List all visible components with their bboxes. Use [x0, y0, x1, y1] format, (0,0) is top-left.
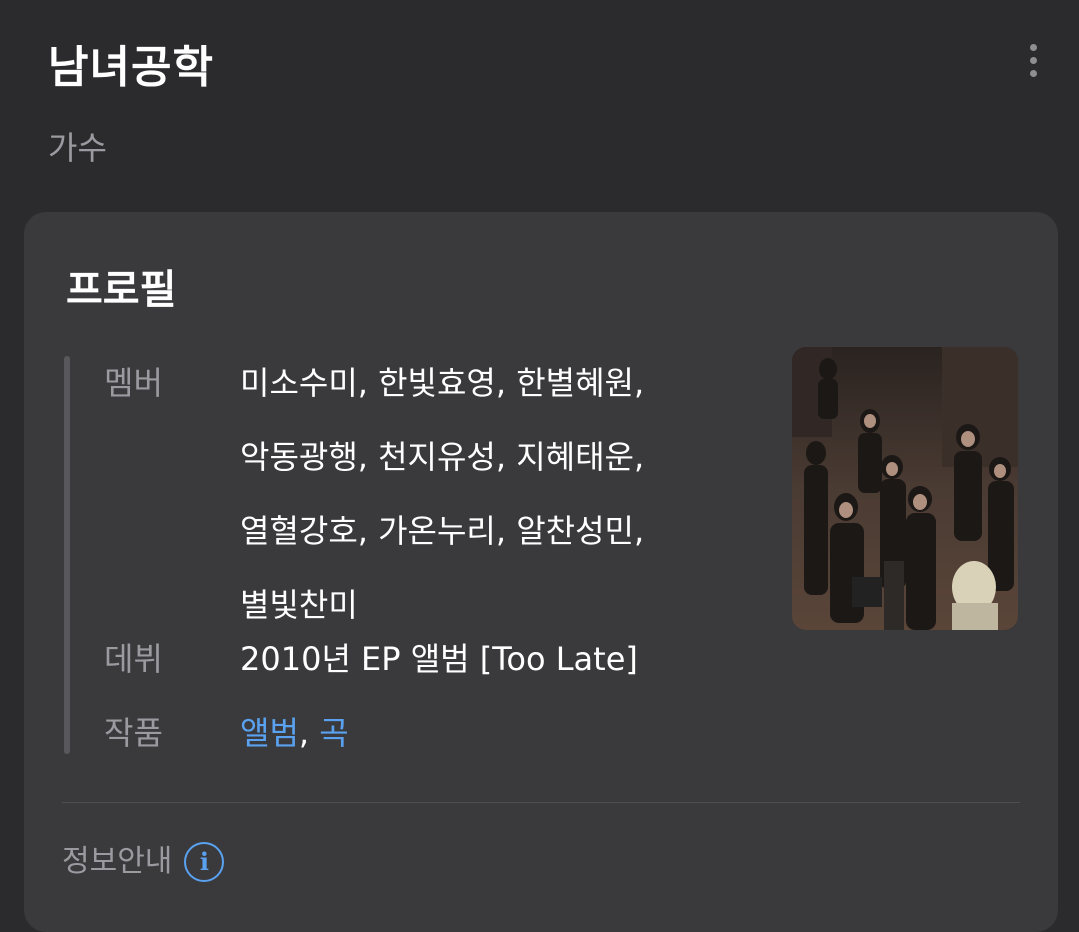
page-title: 남녀공학 [48, 42, 214, 93]
members-line: 열혈강호, 가온누리, 알찬성민, [240, 512, 645, 550]
works-separator: , [298, 714, 310, 752]
debut-label: 데뷔 [104, 640, 163, 678]
debut-value: 2010년 EP 앨범 [Too Late] [240, 640, 638, 678]
info-icon[interactable]: i [184, 842, 225, 882]
page-subtitle: 가수 [48, 129, 107, 167]
group-photo[interactable] [792, 347, 1018, 630]
works-album-link[interactable]: 앨범 [240, 714, 299, 752]
header: 남녀공학 [48, 38, 214, 98]
more-options-button[interactable] [1016, 38, 1050, 82]
info-label: 정보안내 [62, 844, 173, 879]
works-value: 앨범, 곡 [240, 696, 760, 770]
members-label: 멤버 [104, 364, 163, 402]
more-vertical-icon [1029, 43, 1037, 51]
info-notice[interactable]: 정보안내 i [62, 839, 225, 885]
members-line: 미소수미, 한빛효영, 한별혜원, [240, 364, 645, 402]
works-label: 작품 [104, 714, 163, 752]
members-value: 미소수미, 한빛효영, 한별혜원, 악동광행, 천지유성, 지혜태운, 열혈강호… [240, 346, 760, 642]
divider [62, 802, 1020, 803]
members-line: 악동광행, 천지유성, 지혜태운, [240, 438, 645, 476]
group-photo-image [792, 347, 1018, 630]
profile-accent-bar [64, 356, 70, 754]
profile-card: 프로필 멤버 미소수미, 한빛효영, 한별혜원, 악동광행, 천지유성, 지혜태… [24, 212, 1058, 932]
works-song-link[interactable]: 곡 [319, 714, 348, 752]
profile-heading: 프로필 [66, 267, 177, 313]
